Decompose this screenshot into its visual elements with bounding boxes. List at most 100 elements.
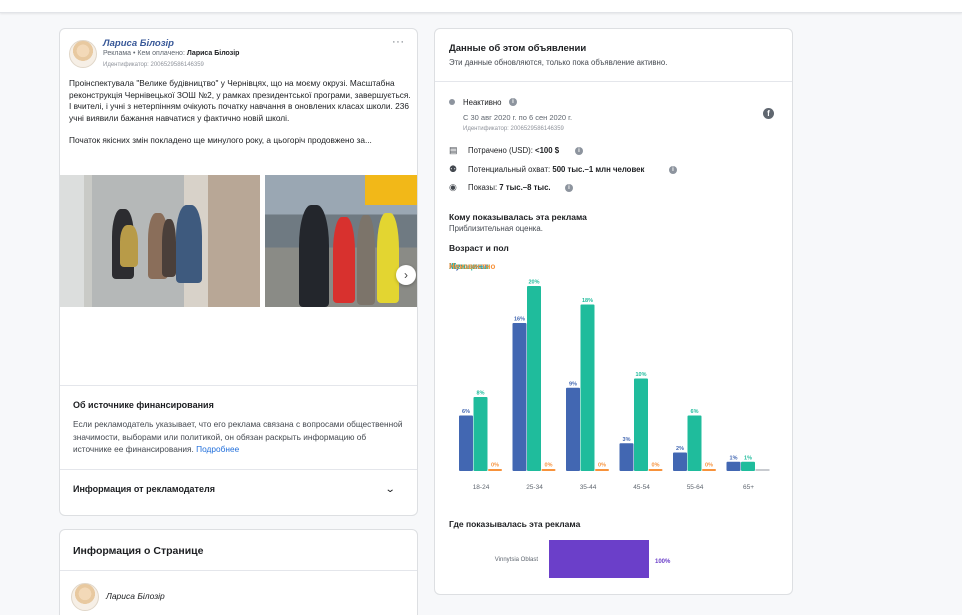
x-tick-label-25-34: 25-34: [526, 484, 543, 491]
document-icon: ▤: [449, 145, 458, 155]
ad-photo-2[interactable]: [265, 175, 417, 307]
data-label-45-54-unknown: 0%: [652, 463, 660, 469]
page-info-title: Информация о Странице: [73, 545, 204, 557]
audience-subtitle: Приблизительная оценка.: [449, 224, 543, 233]
ad-dates: С 30 авг 2020 г. по 6 сен 2020 г.: [463, 113, 573, 122]
x-tick-label-18-24: 18-24: [473, 484, 490, 491]
data-label-65+-men: 1%: [730, 455, 738, 461]
bar-18-24-women[interactable]: [473, 397, 488, 471]
divider: [435, 81, 792, 82]
bar-25-34-men[interactable]: [512, 323, 527, 471]
more-options-icon[interactable]: ···: [392, 36, 405, 48]
status-text: Неактивно: [463, 98, 502, 107]
x-tick-label-55-64: 55-64: [687, 484, 704, 491]
ad-body-text: Проінспектувала "Велике будівництво" у Ч…: [69, 78, 411, 158]
reach-row: Потенциальный охват: 500 тыс.–1 млн чело…: [468, 165, 644, 174]
details-subtitle: Эти данные обновляются, только пока объя…: [449, 58, 668, 67]
geo-label-0: Vinnytsia Oblast: [495, 557, 539, 563]
sponsored-line: Реклама • Кем оплачено: Лариса Білозір: [103, 50, 239, 57]
bar-45-54-women[interactable]: [634, 378, 648, 472]
chart-legend: Мужчины Женщины Неизвестно: [449, 262, 549, 274]
payer-name: Лариса Білозір: [186, 50, 240, 57]
data-label-35-44-women: 18%: [582, 298, 593, 304]
advertiser-avatar[interactable]: [69, 40, 97, 68]
geo-title: Где показывалась эта реклама: [449, 519, 581, 529]
geo-value-label-0: 100%: [655, 559, 671, 565]
data-label-55-64-women: 6%: [691, 409, 699, 415]
data-label-35-44-men: 9%: [569, 381, 577, 387]
bar-18-24-men[interactable]: [459, 415, 473, 472]
chevron-down-icon[interactable]: ⌄: [385, 484, 396, 495]
info-icon[interactable]: i: [509, 98, 517, 106]
x-tick-label-65+: 65+: [743, 484, 754, 491]
reach-label: Потенциальный охват:: [468, 165, 553, 174]
page-avatar[interactable]: [71, 583, 99, 611]
data-label-45-54-men: 3%: [623, 437, 631, 443]
sponsored-prefix: Реклама • Кем оплачено:: [103, 50, 187, 57]
spent-value: <100 $: [535, 146, 560, 155]
info-icon[interactable]: i: [669, 166, 677, 174]
legend-unknown[interactable]: Неизвестно: [449, 262, 495, 271]
bar-18-24-unknown[interactable]: [488, 469, 502, 471]
eye-icon: ◉: [449, 182, 457, 192]
age-gender-title: Возраст и пол: [449, 243, 509, 253]
age-gender-chart: 6% 8% 0% 18-24 16% 20% 0% 25-34 9% 18% 0% 35-44 3% 10…: [459, 280, 770, 491]
facebook-icon: f: [763, 108, 774, 119]
details-title: Данные об этом объявлении: [449, 43, 587, 54]
funding-title: Об источнике финансирования: [73, 400, 214, 410]
bar-65+-women[interactable]: [741, 461, 755, 471]
bar-25-34-unknown[interactable]: [541, 469, 556, 471]
bar-35-44-unknown[interactable]: [595, 469, 609, 471]
ad-id: Идентификатор: 2006529586146359: [463, 126, 564, 132]
ad-id: Идентификатор: 2006529586146359: [103, 62, 204, 68]
data-label-25-34-men: 16%: [514, 317, 525, 323]
data-label-65+-women: 1%: [744, 455, 752, 461]
learn-more-link[interactable]: Подробнее: [196, 444, 239, 454]
bar-55-64-unknown[interactable]: [702, 469, 716, 471]
info-icon[interactable]: i: [575, 147, 583, 155]
bar-45-54-unknown[interactable]: [648, 469, 663, 471]
audience-title: Кому показывалась эта реклама: [449, 212, 587, 222]
geo-chart: Vinnytsia Oblast 100%: [495, 540, 671, 578]
bar-35-44-women[interactable]: [580, 304, 595, 472]
data-label-25-34-unknown: 0%: [545, 463, 553, 469]
status-icon: [449, 99, 455, 105]
ad-details-card: Данные об этом объявлении Эти данные обн…: [434, 28, 793, 595]
advertiser-info-title[interactable]: Информация от рекламодателя: [73, 484, 215, 494]
page-info-card: Информация о Странице Лариса Білозір: [59, 529, 418, 615]
chevron-right-icon[interactable]: ›: [396, 265, 416, 285]
data-label-45-54-women: 10%: [635, 372, 646, 378]
impressions-label: Показы:: [468, 183, 500, 192]
ad-photo-1[interactable]: [60, 175, 260, 307]
ad-preview-card: Лариса Білозір Реклама • Кем оплачено: Л…: [59, 28, 418, 516]
bar-45-54-men[interactable]: [619, 443, 634, 471]
people-icon: ⚉: [449, 164, 458, 174]
top-navigation-bar: [0, 0, 962, 13]
geo-bar-0[interactable]: [549, 540, 649, 578]
data-label-55-64-men: 2%: [676, 446, 684, 452]
info-icon[interactable]: i: [565, 184, 573, 192]
bar-65+-unknown-empty: [755, 469, 770, 471]
spent-label: Потрачено (USD):: [468, 146, 536, 155]
funding-body: Если рекламодатель указывает, что его ре…: [73, 418, 403, 456]
data-label-18-24-women: 8%: [477, 391, 485, 397]
advertiser-name[interactable]: Лариса Білозір: [103, 38, 174, 49]
x-tick-label-45-54: 45-54: [633, 484, 650, 491]
impressions-value: 7 тыс.–8 тыс.: [499, 183, 551, 192]
divider: [60, 385, 417, 386]
reach-value: 500 тыс.–1 млн человек: [552, 165, 645, 174]
divider: [60, 469, 417, 470]
data-label-25-34-women: 20%: [528, 280, 539, 286]
data-label-18-24-men: 6%: [462, 409, 470, 415]
bar-65+-men[interactable]: [726, 461, 741, 471]
divider: [60, 570, 417, 571]
bar-55-64-men[interactable]: [673, 452, 687, 472]
bar-55-64-women[interactable]: [687, 415, 702, 472]
ad-paragraph-2: Початок якісних змін покладено ще минуло…: [69, 135, 372, 146]
page-name[interactable]: Лариса Білозір: [106, 591, 165, 601]
data-label-18-24-unknown: 0%: [491, 463, 499, 469]
x-tick-label-35-44: 35-44: [580, 484, 597, 491]
impressions-row: Показы: 7 тыс.–8 тыс.: [468, 183, 551, 192]
bar-25-34-women[interactable]: [527, 286, 541, 471]
bar-35-44-men[interactable]: [566, 387, 580, 471]
